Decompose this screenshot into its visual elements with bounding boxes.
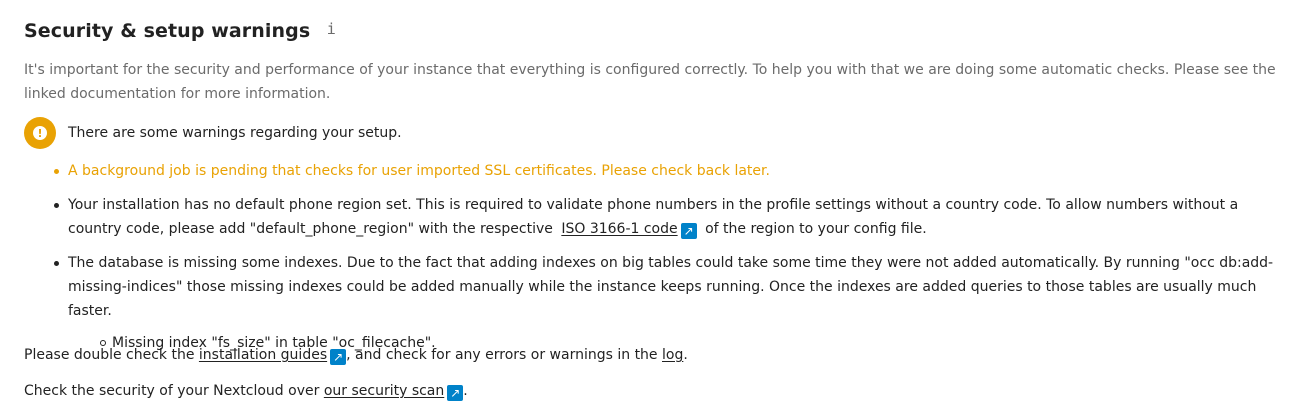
issue-text: A background job is pending that checks …	[68, 163, 770, 179]
note-text: .	[683, 347, 688, 363]
external-link-icon: ↗	[330, 349, 347, 365]
security-scan-note: Check the security of your Nextcloud ove…	[24, 379, 468, 403]
issue-background-job: A background job is pending that checks …	[24, 159, 1286, 183]
installation-guides-link[interactable]: installation guides ↗	[198, 347, 347, 365]
section-title: Security & setup warnings	[24, 20, 311, 42]
warning-icon: !	[24, 117, 56, 149]
issue-text-end: of the region to your config file.	[705, 221, 927, 237]
info-icon[interactable]: i	[324, 20, 338, 38]
section-header: Security & setup warnings i	[24, 20, 338, 42]
note-text: .	[463, 383, 468, 399]
status-row: ! There are some warnings regarding your…	[24, 117, 402, 149]
note-text: Please double check the	[24, 347, 195, 363]
issue-missing-indexes: The database is missing some indexes. Du…	[24, 251, 1286, 355]
warning-glyph: !	[33, 126, 47, 140]
bullet-icon	[54, 169, 59, 174]
log-link[interactable]: log	[662, 347, 683, 363]
issue-text: The database is missing some indexes. Du…	[68, 255, 1274, 319]
bullet-icon	[54, 203, 59, 208]
note-text: , and check for any errors or warnings i…	[346, 347, 658, 363]
iso-code-link[interactable]: ISO 3166-1 code ↗	[561, 221, 697, 239]
link-label: ISO 3166-1 code	[561, 221, 678, 237]
issue-phone-region: Your installation has no default phone r…	[24, 193, 1286, 241]
bullet-icon	[54, 261, 59, 266]
link-label: our security scan	[323, 383, 445, 399]
external-link-icon: ↗	[447, 385, 464, 401]
external-link-icon: ↗	[680, 223, 697, 239]
issues-list: A background job is pending that checks …	[24, 159, 1286, 365]
installation-guides-note: Please double check the installation gui…	[24, 343, 688, 367]
status-text: There are some warnings regarding your s…	[68, 125, 402, 141]
note-text: Check the security of your Nextcloud ove…	[24, 383, 320, 399]
link-label: installation guides	[198, 347, 328, 363]
section-description: It's important for the security and perf…	[24, 62, 1276, 102]
security-scan-link[interactable]: our security scan ↗	[323, 383, 464, 401]
